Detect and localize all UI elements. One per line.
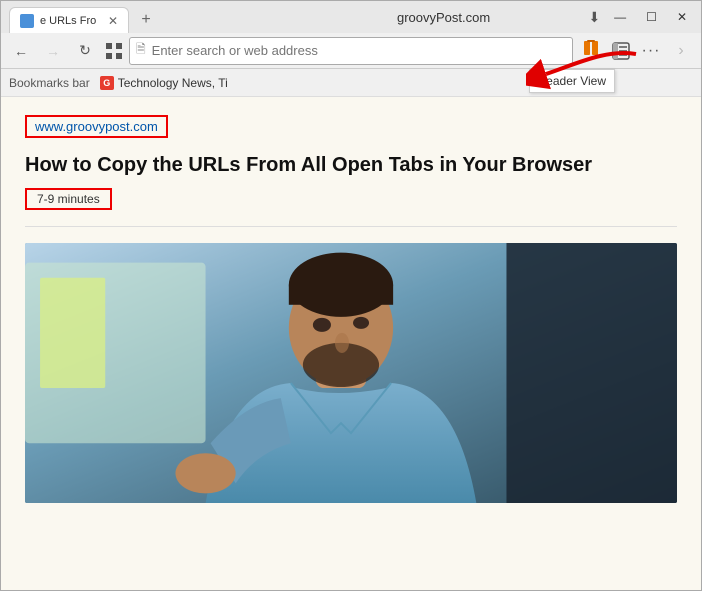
refresh-button[interactable]: ↻ (71, 37, 99, 65)
article-hero-image (25, 243, 677, 503)
address-bar-wrapper[interactable]: 🗎 (129, 37, 573, 65)
window-title: groovyPost.com (299, 10, 589, 25)
tab-title: e URLs Fro (40, 15, 102, 27)
toolbar-right: Reader View ··· › (577, 37, 695, 65)
page-content: www.groovypost.com How to Copy the URLs … (1, 97, 701, 590)
back-button[interactable]: ← (7, 37, 35, 65)
new-tab-button[interactable]: + (133, 7, 159, 33)
bookmark-favicon: G (100, 76, 114, 90)
reader-view-tooltip: Reader View (529, 69, 615, 93)
page-icon: 🗎 (136, 40, 146, 61)
reading-time-badge: 7-9 minutes (25, 188, 112, 210)
maximize-button[interactable]: ☐ (640, 8, 663, 26)
tabs-area: e URLs Fro ✕ + (9, 1, 299, 33)
close-button[interactable]: ✕ (671, 8, 693, 26)
sidebar-button[interactable] (607, 37, 635, 65)
bookmark-item-groovy[interactable]: G Technology News, Ti (96, 74, 232, 92)
more-icon: ··· (642, 42, 661, 60)
bookmarks-label: Bookmarks bar (9, 76, 90, 90)
active-tab[interactable]: e URLs Fro ✕ (9, 7, 129, 33)
site-url-badge[interactable]: www.groovypost.com (25, 115, 168, 138)
toolbar: ← → ↻ 🗎 (1, 33, 701, 69)
tab-favicon (20, 14, 34, 28)
divider (25, 226, 677, 227)
pin-icon: ⬇ (588, 9, 600, 26)
window-controls: ⬇ — ☐ ✕ (588, 8, 693, 26)
address-bar-input[interactable] (152, 43, 566, 58)
forward-button[interactable]: → (39, 37, 67, 65)
minimize-button[interactable]: — (608, 8, 632, 26)
forward-page-button[interactable]: › (667, 37, 695, 65)
tab-close-button[interactable]: ✕ (108, 14, 118, 28)
bookmark-text: Technology News, Ti (118, 76, 228, 90)
reader-view-icon (581, 38, 601, 63)
reader-view-button[interactable]: Reader View (577, 37, 605, 65)
more-button[interactable]: ··· (637, 37, 665, 65)
article-title: How to Copy the URLs From All Open Tabs … (25, 152, 677, 178)
grid-icon[interactable] (103, 40, 125, 62)
title-bar: e URLs Fro ✕ + groovyPost.com ⬇ — ☐ ✕ (1, 1, 701, 33)
